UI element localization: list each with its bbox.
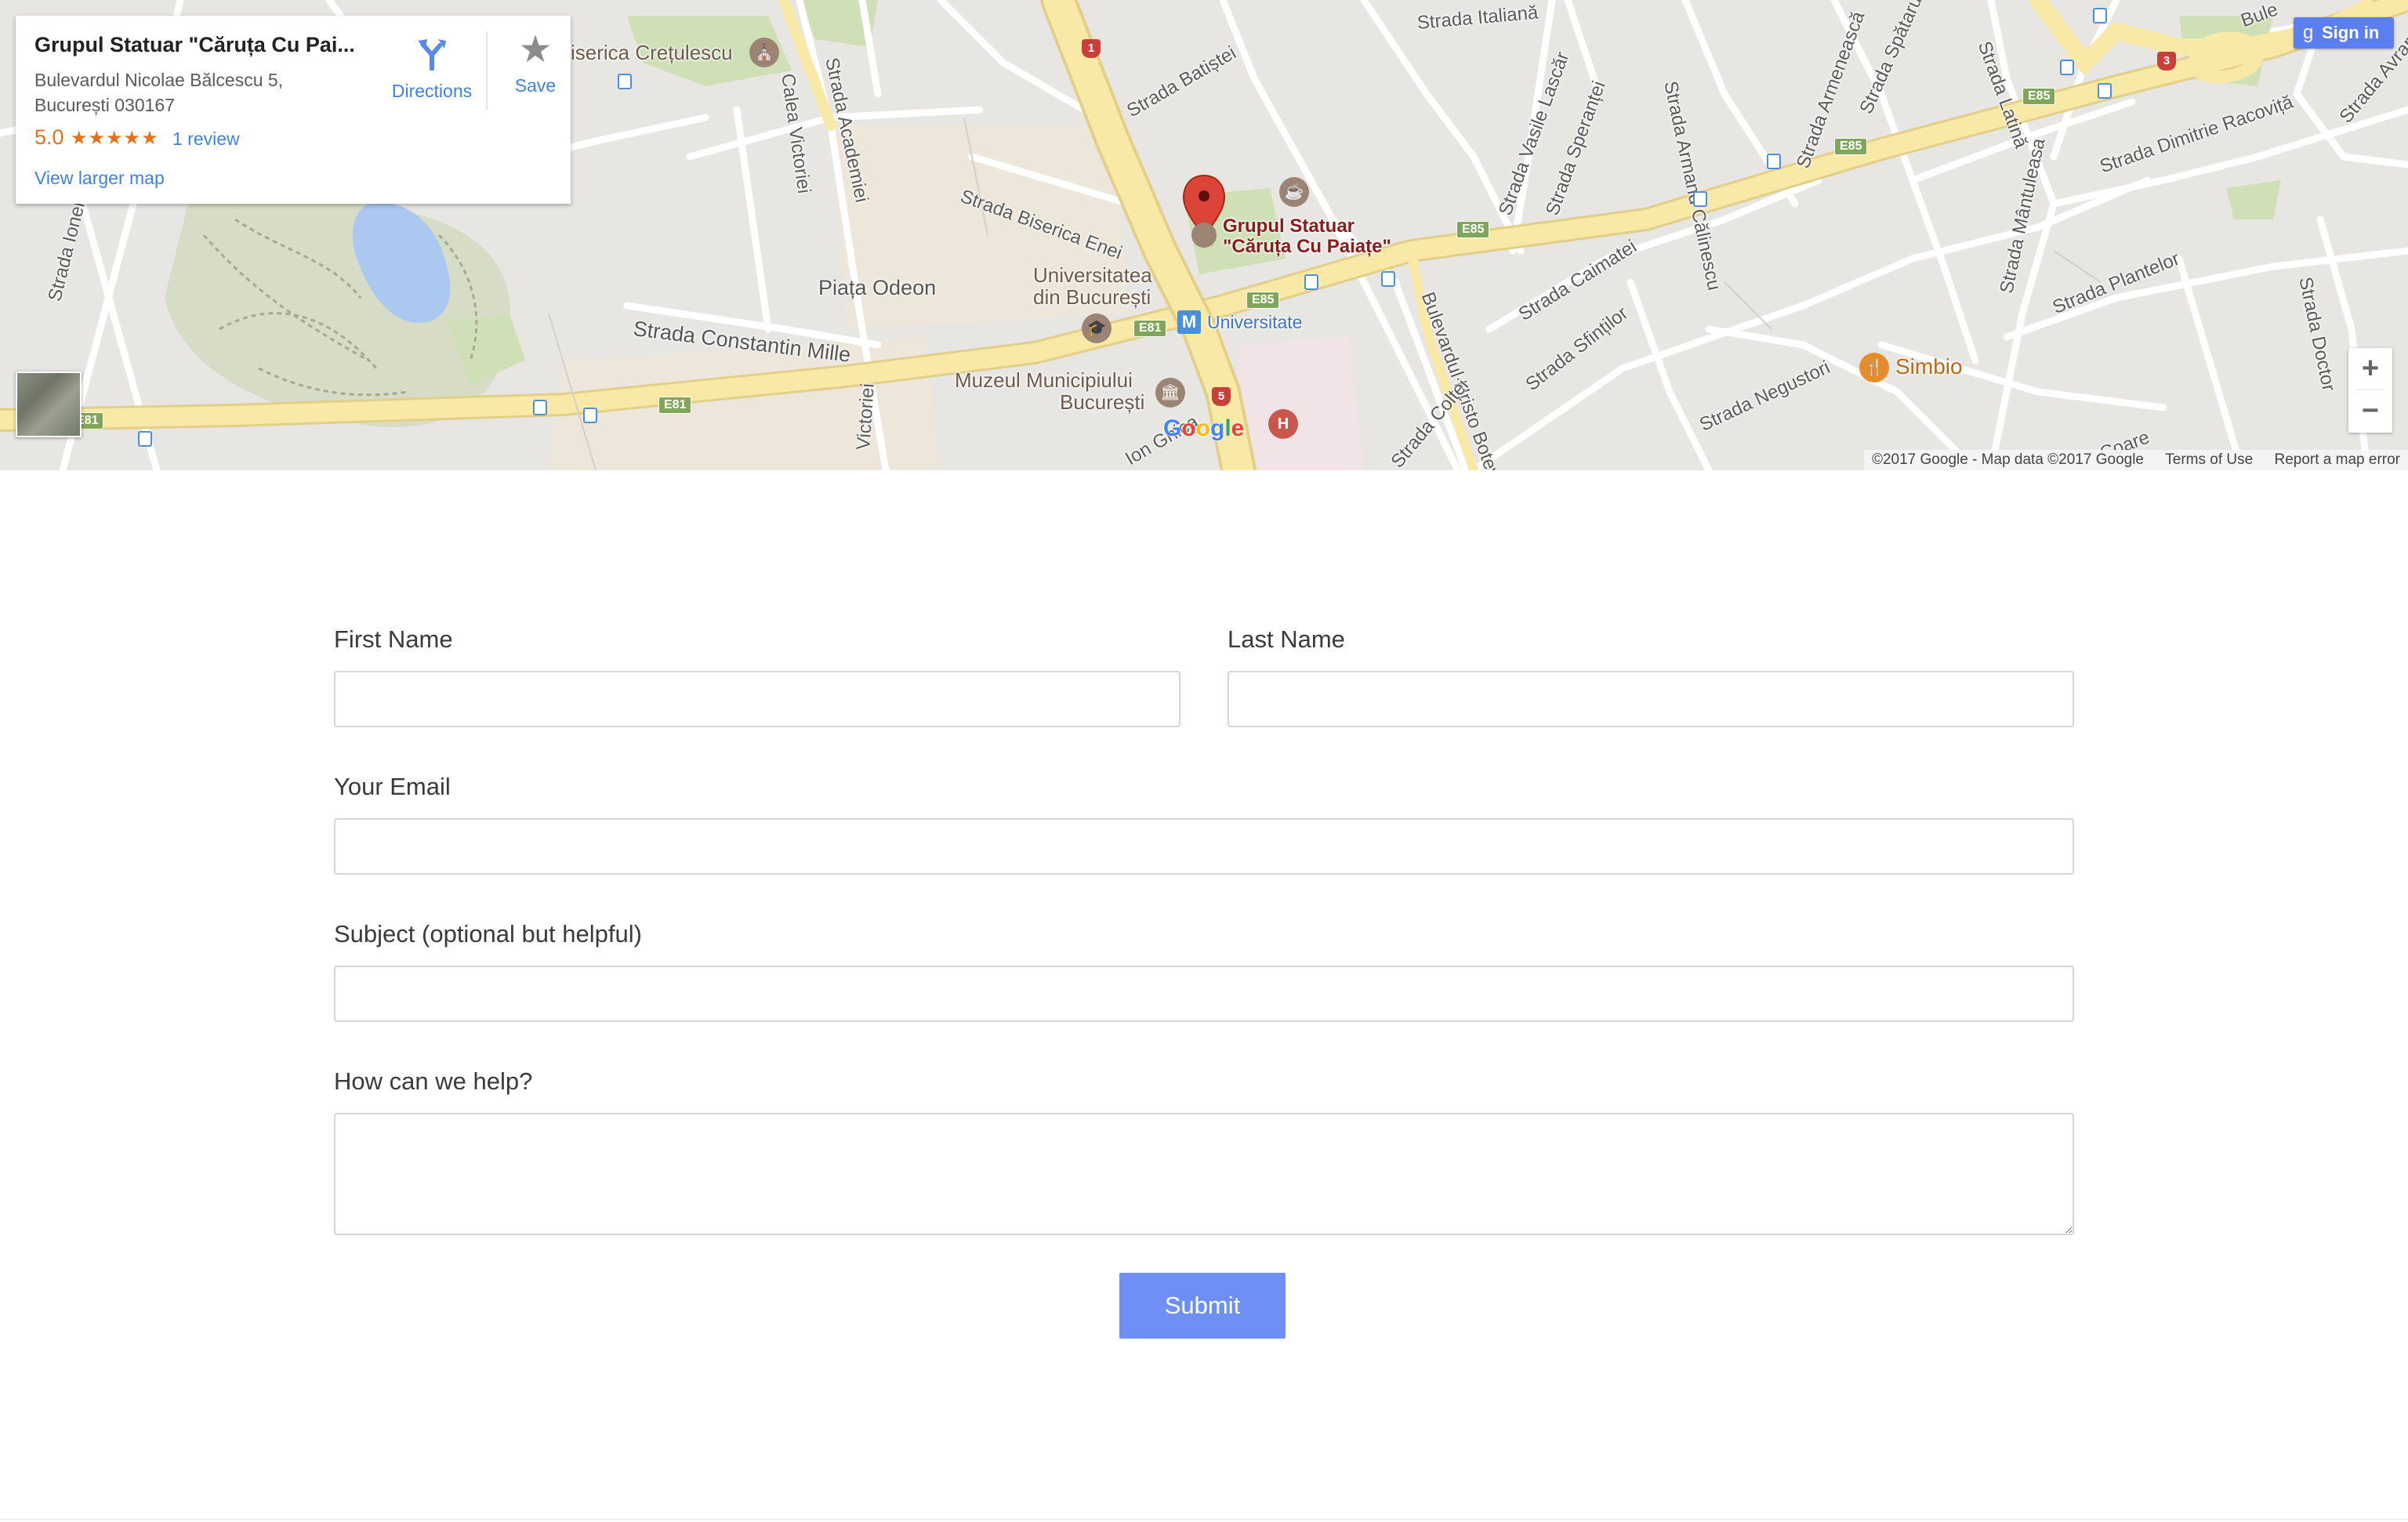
route-shield: E81 [658, 397, 692, 414]
bus-stop-icon [1693, 191, 1707, 207]
place-label: Universitatea [1033, 263, 1152, 287]
bus-stop-icon [1381, 271, 1395, 287]
place-label: iserica Crețulescu [571, 41, 733, 64]
bus-stop-icon [583, 408, 597, 423]
route-number: 1 [1082, 39, 1101, 58]
view-larger-map-link[interactable]: View larger map [34, 168, 165, 189]
museum-icon: 🏛 [1155, 378, 1185, 408]
route-shield: E85 [1456, 221, 1490, 238]
last-name-label: Last Name [1228, 625, 1345, 653]
bus-stop-icon [2098, 83, 2112, 99]
address-line: Bulevardul Nicolae Bălcescu 5, [34, 70, 284, 90]
marker-label-line: Grupul Statuar [1223, 216, 1355, 237]
message-label: How can we help? [334, 1067, 533, 1095]
university-icon: 🎓 [1082, 313, 1112, 343]
place-address: Bulevardul Nicolae Bălcescu 5, București… [34, 67, 283, 118]
submit-button[interactable]: Submit [1119, 1273, 1286, 1339]
bus-stop-icon [138, 431, 152, 447]
directions-icon [418, 39, 446, 71]
hospital-icon: H [1268, 409, 1298, 439]
map-attribution: ©2017 Google - Map data ©2017 Google Ter… [1863, 450, 2408, 470]
terms-of-use-link[interactable]: Terms of Use [2165, 451, 2253, 468]
zoom-in-button[interactable]: + [2348, 348, 2392, 390]
report-map-error-link[interactable]: Report a map error [2274, 451, 2400, 468]
bus-stop-icon [2093, 8, 2107, 24]
bus-stop-icon [1304, 274, 1318, 290]
rating-value: 5.0 [34, 125, 64, 149]
google-logo: Google [1163, 415, 1245, 441]
address-line: București 030167 [34, 95, 176, 115]
first-name-label: First Name [334, 625, 453, 653]
bus-stop-icon [618, 74, 632, 89]
first-name-input[interactable] [334, 671, 1180, 727]
place-label: București [1060, 390, 1145, 414]
google-plus-icon: g [2303, 22, 2314, 43]
bus-stop-icon [2060, 60, 2074, 75]
footer-divider [0, 1519, 2408, 1520]
bus-stop-icon [533, 400, 547, 415]
satellite-view-toggle[interactable] [16, 371, 82, 437]
place-label: Piața Odeon [818, 276, 937, 299]
route-shield: E85 [1246, 292, 1280, 309]
poi-icon: ☕ [1279, 177, 1309, 207]
place-label: Universitate [1207, 312, 1303, 332]
place-name: Grupul Statuar "Căruța Cu Pai... [34, 33, 355, 56]
embedded-map[interactable]: Strada Italiană Strada Batiștei Strada A… [0, 0, 2408, 470]
street-label: Victoriei [853, 382, 879, 451]
metro-icon: M [1177, 310, 1201, 334]
sign-in-button[interactable]: g Sign in [2294, 17, 2394, 49]
subject-input[interactable] [334, 966, 2074, 1022]
star-icon: ★ [518, 29, 553, 71]
place-label: din București [1033, 285, 1151, 309]
bus-stop-icon [1767, 154, 1781, 169]
church-icon: ⛪ [749, 38, 779, 67]
message-textarea[interactable] [334, 1113, 2074, 1235]
marker-label: Grupul Statuar "Căruța Cu Paiațe" [1223, 216, 1391, 257]
route-number: 3 [2157, 52, 2176, 71]
sign-in-label: Sign in [2322, 23, 2380, 42]
reviews-link[interactable]: 1 review [172, 129, 240, 150]
last-name-input[interactable] [1228, 671, 2074, 727]
place-label: Muzeul Municipiului [955, 368, 1133, 392]
place-info-card: Grupul Statuar "Căruța Cu Pai... Bulevar… [16, 16, 571, 204]
directions-label: Directions [391, 81, 473, 101]
email-label: Your Email [334, 773, 451, 800]
subject-label: Subject (optional but helpful) [334, 920, 642, 948]
directions-button[interactable]: Directions [373, 36, 491, 102]
route-shield: E85 [1834, 138, 1868, 155]
route-number: 5 [1212, 387, 1231, 406]
save-button[interactable]: ★ Save [502, 30, 569, 96]
zoom-control: + − [2348, 348, 2392, 433]
save-label: Save [514, 75, 557, 96]
route-shield: E81 [1133, 320, 1167, 337]
route-shield: E85 [2022, 88, 2056, 105]
rating-stars: ★★★★★ [71, 128, 159, 149]
place-label: Simbio [1895, 354, 1963, 379]
email-input[interactable] [334, 818, 2074, 875]
card-divider [486, 31, 488, 110]
copyright-text: ©2017 Google - Map data ©2017 Google [1871, 451, 2144, 468]
restaurant-icon: 🍴 [1859, 353, 1889, 382]
zoom-out-button[interactable]: − [2348, 390, 2392, 433]
marker-label-line: "Căruța Cu Paiațe" [1223, 236, 1391, 257]
